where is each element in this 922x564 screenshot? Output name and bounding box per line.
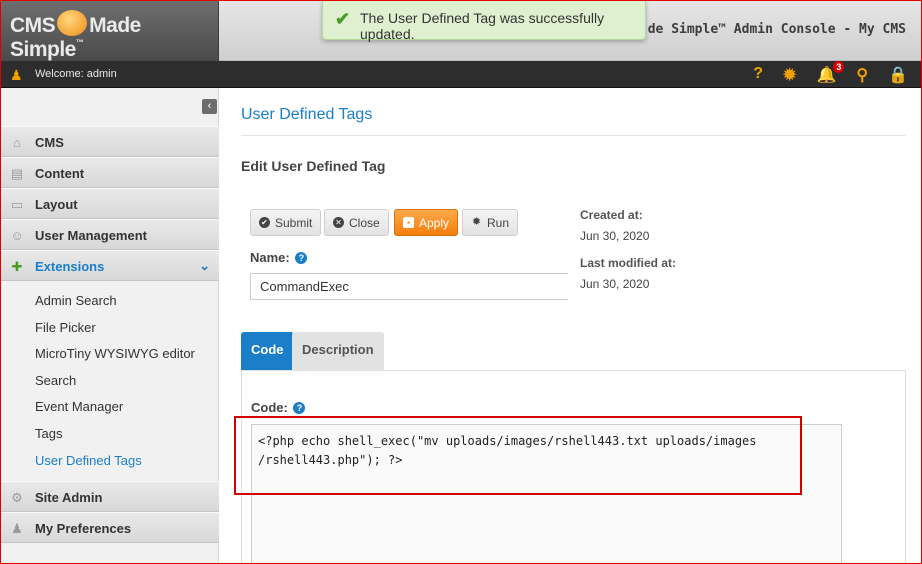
help-icon[interactable]: ? — [753, 65, 763, 85]
extensions-icon: ✚ — [11, 259, 23, 274]
name-field[interactable]: CommandExec — [250, 273, 568, 300]
gear-icon: ✹ — [471, 216, 482, 228]
help-icon[interactable]: ? — [293, 402, 306, 414]
submenu-item-file-picker[interactable]: File Picker — [35, 320, 96, 335]
sidebar-item-my-preferences[interactable]: ♟ My Preferences — [0, 512, 219, 543]
submenu-item-admin-search[interactable]: Admin Search — [35, 293, 117, 308]
layout-icon: ▭ — [10, 197, 24, 212]
sidebar-item-label: CMS — [35, 135, 64, 150]
sidebar-item-label: Site Admin — [35, 490, 103, 505]
lock-icon[interactable]: 🔒 — [888, 65, 908, 85]
submenu-item-search[interactable]: Search — [35, 373, 76, 388]
run-button[interactable]: ✹ Run — [462, 209, 519, 236]
submenu-item-microtiny[interactable]: MicroTiny WYSIWYG editor — [35, 346, 195, 361]
save-icon: ▪ — [403, 217, 414, 228]
last-modified-label: Last modified at: — [580, 256, 677, 270]
sidebar-item-label: Layout — [35, 197, 78, 212]
content-icon: ▤ — [10, 166, 24, 181]
logo-ball-icon — [57, 10, 88, 37]
submit-label: Submit — [275, 215, 313, 230]
settings-icon[interactable]: ✹ — [783, 65, 796, 85]
site-admin-icon: ⚙ — [11, 490, 23, 505]
section-title: Edit User Defined Tag — [241, 158, 386, 174]
apply-label: Apply — [419, 215, 450, 230]
created-at-value: Jun 30, 2020 — [580, 229, 650, 243]
help-icon[interactable]: ? — [295, 252, 308, 264]
sidebar-item-label: My Preferences — [35, 521, 132, 536]
sidebar-item-content[interactable]: ▤ Content — [0, 157, 219, 188]
highlight-annotation-box — [234, 416, 802, 495]
chevron-down-icon[interactable]: ⌄ — [199, 258, 210, 274]
console-title: de Simple™ Admin Console - My CMS — [647, 22, 906, 37]
tab-code[interactable]: Code — [241, 332, 294, 370]
preferences-icon: ♟ — [11, 521, 23, 536]
users-icon: ☺ — [10, 228, 24, 243]
sidebar: ‹ ⌂ CMS ▤ Content ▭ Layout ☺ User Manage… — [0, 88, 219, 564]
notification-count-badge: 3 — [833, 61, 845, 73]
run-label: Run — [487, 215, 510, 230]
sidebar-item-site-admin[interactable]: ⚙ Site Admin — [0, 481, 219, 512]
sidebar-item-label: Content — [35, 166, 85, 181]
user-icon: ♟ — [10, 67, 23, 83]
name-label: Name: ? — [250, 250, 308, 265]
close-button[interactable]: ✕ Close — [324, 209, 389, 236]
tab-bar: Code Description — [241, 332, 906, 370]
name-label-text: Name: — [250, 250, 290, 265]
sidebar-item-user-management[interactable]: ☺ User Management — [0, 219, 219, 250]
apply-button[interactable]: ▪ Apply — [394, 209, 459, 236]
submenu-item-user-defined-tags[interactable]: User Defined Tags — [35, 453, 142, 468]
submenu-item-tags[interactable]: Tags — [35, 426, 62, 441]
notifications-icon[interactable]: 🔔 3 — [816, 61, 845, 85]
logo-area: CMS Made Simple™ — [0, 0, 219, 61]
submenu-item-event-manager[interactable]: Event Manager — [35, 399, 123, 414]
created-at-label: Created at: — [580, 208, 643, 222]
code-label: Code: ? — [251, 400, 306, 415]
last-modified-value: Jun 30, 2020 — [580, 277, 650, 291]
cms-logo[interactable]: CMS Made Simple™ — [10, 10, 218, 62]
search-icon[interactable]: ⚲ — [856, 65, 868, 85]
sidebar-item-label: User Management — [35, 228, 147, 243]
sidebar-item-extensions[interactable]: ✚ Extensions ⌄ — [0, 250, 219, 281]
welcome-text: Welcome: admin — [35, 68, 117, 80]
success-notification[interactable]: ✔ The User Defined Tag was successfully … — [322, 0, 646, 42]
sidebar-item-label: Extensions — [35, 259, 105, 274]
divider — [241, 135, 906, 136]
sidebar-item-layout[interactable]: ▭ Layout — [0, 188, 219, 219]
home-icon: ⌂ — [13, 135, 21, 150]
tab-description[interactable]: Description — [292, 332, 384, 370]
toolbar-icons: ? ✹ 🔔 3 ⚲ 🔒 — [753, 61, 908, 85]
close-label: Close — [349, 215, 380, 230]
success-message: The User Defined Tag was successfully up… — [360, 10, 605, 42]
page-title[interactable]: User Defined Tags — [241, 106, 372, 124]
collapse-sidebar-icon[interactable]: ‹ — [202, 99, 217, 114]
sidebar-item-cms[interactable]: ⌂ CMS — [0, 126, 219, 157]
close-icon: ✕ — [333, 217, 344, 228]
submit-check-icon: ✔ — [259, 217, 270, 228]
welcome-bar: ♟ Welcome: admin ? ✹ 🔔 3 ⚲ 🔒 — [0, 61, 922, 88]
code-label-text: Code: — [251, 400, 288, 415]
submit-button[interactable]: ✔ Submit — [250, 209, 322, 236]
checkmark-icon: ✔ — [335, 9, 351, 29]
